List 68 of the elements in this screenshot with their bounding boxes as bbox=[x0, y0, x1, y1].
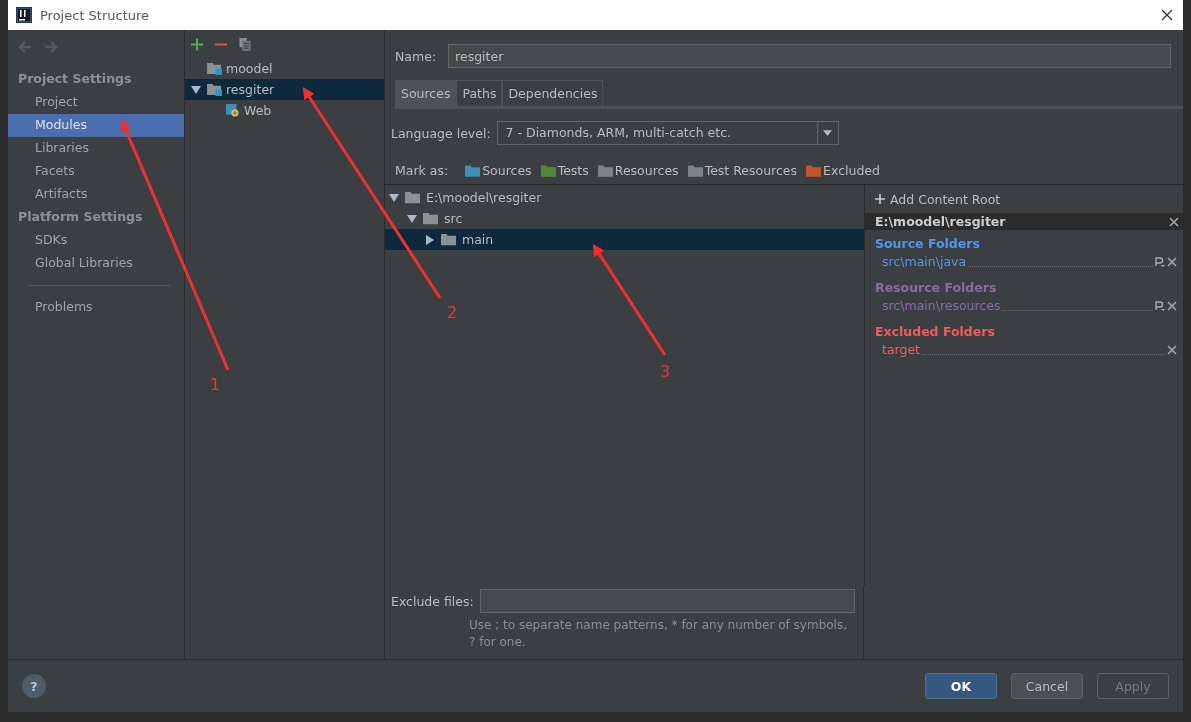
expand-arrow-icon[interactable] bbox=[425, 234, 435, 245]
tab[interactable]: Dependencies bbox=[502, 80, 604, 106]
window-title: Project Structure bbox=[40, 7, 151, 23]
annotation-number: 1 bbox=[210, 375, 221, 394]
mark-as-option[interactable]: Test Resources bbox=[687, 163, 798, 178]
package-prefix-icon[interactable] bbox=[1155, 300, 1165, 311]
content-tree-item[interactable]: main bbox=[385, 229, 864, 250]
sidebar-item[interactable]: Libraries bbox=[8, 137, 184, 160]
name-field[interactable]: resgiter bbox=[448, 44, 1171, 68]
folder-icon bbox=[441, 233, 456, 246]
exclude-files-field[interactable] bbox=[479, 589, 855, 613]
hint-text: Use ; to separate name patterns, * for any number of symbols, ? for one. bbox=[468, 617, 848, 651]
sidebar-item[interactable]: Project bbox=[8, 91, 184, 114]
language-level-dropdown[interactable]: 7 - Diamonds, ARM, multi-catch etc. bbox=[496, 121, 839, 145]
mark-as-option[interactable]: Excluded bbox=[806, 163, 880, 178]
add-icon[interactable] bbox=[191, 37, 203, 51]
folder-path[interactable]: src\main\java bbox=[882, 254, 967, 269]
mark-as-option[interactable]: Sources bbox=[465, 163, 532, 178]
sidebar-item[interactable]: SDKs bbox=[8, 229, 184, 252]
section-heading: Project Settings bbox=[17, 70, 133, 88]
dialog-button[interactable]: OK bbox=[925, 673, 997, 699]
expand-arrow-icon[interactable] bbox=[389, 192, 399, 203]
web-facet-icon bbox=[225, 104, 240, 117]
remove-icon[interactable] bbox=[1167, 256, 1177, 267]
help-button[interactable]: ? bbox=[22, 674, 46, 698]
expand-arrow-icon[interactable] bbox=[191, 84, 201, 95]
name-label: Name: bbox=[395, 48, 437, 64]
tab[interactable]: Sources bbox=[395, 80, 457, 106]
folder-icon bbox=[423, 212, 438, 225]
copy-icon[interactable] bbox=[239, 37, 251, 51]
add-content-root-button[interactable]: Add Content Root bbox=[865, 191, 1183, 207]
app-logo-icon bbox=[16, 7, 32, 23]
tab[interactable]: Paths bbox=[456, 80, 503, 106]
close-icon[interactable] bbox=[1161, 9, 1173, 21]
folder-group-title: Excluded Folders bbox=[875, 324, 996, 341]
sidebar-item[interactable]: Global Libraries bbox=[8, 252, 184, 275]
sidebar-item[interactable]: Modules bbox=[8, 114, 184, 137]
content-tree-item[interactable]: E:\moodel\resgiter bbox=[385, 187, 864, 208]
dialog-button[interactable]: Cancel bbox=[1011, 673, 1083, 699]
module-folder-icon bbox=[207, 62, 222, 75]
module-folder-icon bbox=[207, 83, 222, 96]
mark-as-option[interactable]: Tests bbox=[540, 163, 589, 178]
folder-group-title: Source Folders bbox=[875, 236, 981, 253]
exclude-files-label: Exclude files: bbox=[391, 593, 474, 609]
expand-arrow-icon[interactable] bbox=[407, 213, 417, 224]
remove-icon[interactable] bbox=[1167, 344, 1177, 355]
module-tree-item[interactable]: resgiter bbox=[185, 79, 384, 100]
folder-group-title: Resource Folders bbox=[875, 280, 998, 297]
language-level-label: Language level: bbox=[391, 125, 491, 141]
mark-as-label: Mark as: bbox=[395, 163, 449, 178]
folder-path[interactable]: target bbox=[882, 342, 920, 357]
module-tree-item[interactable]: moodel bbox=[185, 58, 384, 79]
plus-icon bbox=[875, 194, 885, 204]
sidebar-item[interactable]: Problems bbox=[8, 296, 184, 319]
folder-icon bbox=[405, 191, 420, 204]
annotation-number: 3 bbox=[660, 362, 671, 381]
content-tree-item[interactable]: src bbox=[385, 208, 864, 229]
content-root-path: E:\moodel\resgiter bbox=[875, 214, 1006, 229]
section-heading: Platform Settings bbox=[17, 208, 144, 226]
dropdown-arrow-icon bbox=[823, 130, 833, 136]
annotation-number: 2 bbox=[447, 303, 458, 322]
mark-as-option[interactable]: Resources bbox=[597, 163, 679, 178]
remove-icon[interactable] bbox=[1167, 300, 1177, 311]
sidebar-item[interactable]: Artifacts bbox=[8, 183, 184, 206]
sidebar-item[interactable]: Facets bbox=[8, 160, 184, 183]
package-prefix-icon[interactable] bbox=[1155, 256, 1165, 267]
close-icon[interactable] bbox=[1169, 216, 1179, 227]
module-tree-item[interactable]: Web bbox=[185, 100, 384, 121]
